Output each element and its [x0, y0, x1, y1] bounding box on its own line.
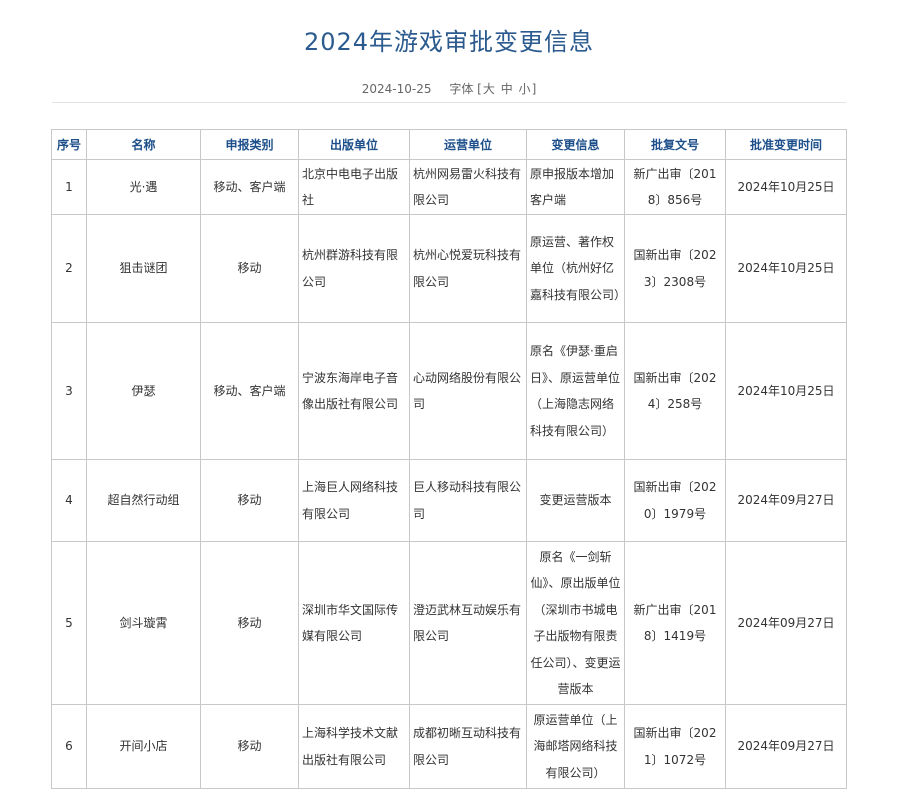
cell-date: 2024年10月25日 [725, 214, 847, 323]
cell-approval: 新广出审〔2018〕856号 [624, 159, 726, 215]
cell-operator: 杭州网易雷火科技有限公司 [409, 159, 527, 215]
font-size-label: 字体 [449, 82, 474, 96]
header-publisher: 出版单位 [298, 129, 410, 160]
article-meta: 2024-10-25 字体 [大 中 小] [0, 80, 898, 97]
cell-change: 原名《一剑斩仙》、原出版单位（深圳市书城电子出版物有限责任公司）、变更运营版本 [526, 541, 625, 705]
cell-no: 2 [51, 214, 87, 323]
cell-no: 5 [51, 541, 87, 705]
title-divider [52, 102, 846, 103]
cell-name: 剑斗璇霄 [86, 541, 201, 705]
cell-change: 原运营单位（上海邮塔网络科技有限公司） [526, 704, 625, 789]
cell-category: 移动 [200, 704, 299, 789]
cell-no: 6 [51, 704, 87, 789]
cell-date: 2024年10月25日 [725, 322, 847, 460]
cell-name: 光·遇 [86, 159, 201, 215]
cell-date: 2024年10月25日 [725, 159, 847, 215]
cell-approval: 新广出审〔2018〕1419号 [624, 541, 726, 705]
header-category: 申报类别 [200, 129, 299, 160]
header-name: 名称 [86, 129, 201, 160]
cell-name: 伊瑟 [86, 322, 201, 460]
cell-change: 原名《伊瑟·重启日》、原运营单位（上海隐志网络科技有限公司） [526, 322, 625, 460]
font-size-bracket-close: ] [531, 82, 537, 96]
table-row: 2 狙击谜团 移动 杭州群游科技有限公司 杭州心悦爱玩科技有限公司 原运营、著作… [51, 214, 847, 323]
table-row: 1 光·遇 移动、客户端 北京中电电子出版社 杭州网易雷火科技有限公司 原申报版… [51, 159, 847, 215]
cell-approval: 国新出审〔2023〕2308号 [624, 214, 726, 323]
cell-change: 变更运营版本 [526, 459, 625, 542]
cell-category: 移动、客户端 [200, 322, 299, 460]
approval-change-table: 序号 名称 申报类别 出版单位 运营单位 变更信息 批复文号 批准变更时间 1 … [51, 129, 847, 789]
table-header-row: 序号 名称 申报类别 出版单位 运营单位 变更信息 批复文号 批准变更时间 [51, 129, 847, 160]
cell-operator: 巨人移动科技有限公司 [409, 459, 527, 542]
cell-operator: 成都初晰互动科技有限公司 [409, 704, 527, 789]
cell-date: 2024年09月27日 [725, 459, 847, 542]
publish-date: 2024-10-25 [361, 82, 432, 96]
font-size-bracket-open: [ [477, 82, 482, 96]
cell-name: 狙击谜团 [86, 214, 201, 323]
table-row: 4 超自然行动组 移动 上海巨人网络科技有限公司 巨人移动科技有限公司 变更运营… [51, 459, 847, 542]
cell-category: 移动 [200, 214, 299, 323]
cell-approval: 国新出审〔2024〕258号 [624, 322, 726, 460]
cell-no: 4 [51, 459, 87, 542]
page-title: 2024年游戏审批变更信息 [303, 28, 595, 56]
cell-date: 2024年09月27日 [725, 541, 847, 705]
cell-operator: 心动网络股份有限公司 [409, 322, 527, 460]
font-size-small-button[interactable]: 小 [519, 82, 531, 96]
cell-name: 超自然行动组 [86, 459, 201, 542]
cell-publisher: 上海科学技术文献出版社有限公司 [298, 704, 410, 789]
cell-category: 移动 [200, 541, 299, 705]
cell-date: 2024年09月27日 [725, 704, 847, 789]
table-row: 6 开间小店 移动 上海科学技术文献出版社有限公司 成都初晰互动科技有限公司 原… [51, 704, 847, 789]
cell-operator: 澄迈武林互动娱乐有限公司 [409, 541, 527, 705]
cell-operator: 杭州心悦爱玩科技有限公司 [409, 214, 527, 323]
cell-no: 3 [51, 322, 87, 460]
header-no: 序号 [51, 129, 87, 160]
header-change: 变更信息 [526, 129, 625, 160]
cell-change: 原运营、著作权单位（杭州好亿嘉科技有限公司） [526, 214, 626, 323]
article-page: 2024年游戏审批变更信息 2024-10-25 字体 [大 中 小] 序号 名… [0, 0, 901, 790]
cell-no: 1 [51, 159, 87, 215]
cell-publisher: 上海巨人网络科技有限公司 [298, 459, 410, 542]
cell-approval: 国新出审〔2021〕1072号 [624, 704, 726, 789]
cell-change: 原申报版本增加客户端 [526, 159, 625, 215]
cell-name: 开间小店 [86, 704, 201, 789]
cell-publisher: 杭州群游科技有限公司 [298, 214, 410, 323]
cell-publisher: 深圳市华文国际传媒有限公司 [298, 541, 410, 705]
header-operator: 运营单位 [409, 129, 527, 160]
cell-publisher: 北京中电电子出版社 [298, 159, 410, 215]
header-approval: 批复文号 [624, 129, 726, 160]
font-size-medium-button[interactable]: 中 [501, 82, 513, 96]
header-date: 批准变更时间 [725, 129, 847, 160]
cell-category: 移动 [200, 459, 299, 542]
cell-category: 移动、客户端 [200, 159, 299, 215]
table-row: 3 伊瑟 移动、客户端 宁波东海岸电子音像出版社有限公司 心动网络股份有限公司 … [51, 322, 847, 460]
cell-approval: 国新出审〔2020〕1979号 [624, 459, 726, 542]
cell-publisher: 宁波东海岸电子音像出版社有限公司 [298, 322, 410, 460]
table-row: 5 剑斗璇霄 移动 深圳市华文国际传媒有限公司 澄迈武林互动娱乐有限公司 原名《… [51, 541, 847, 705]
font-size-large-button[interactable]: 大 [483, 82, 495, 96]
